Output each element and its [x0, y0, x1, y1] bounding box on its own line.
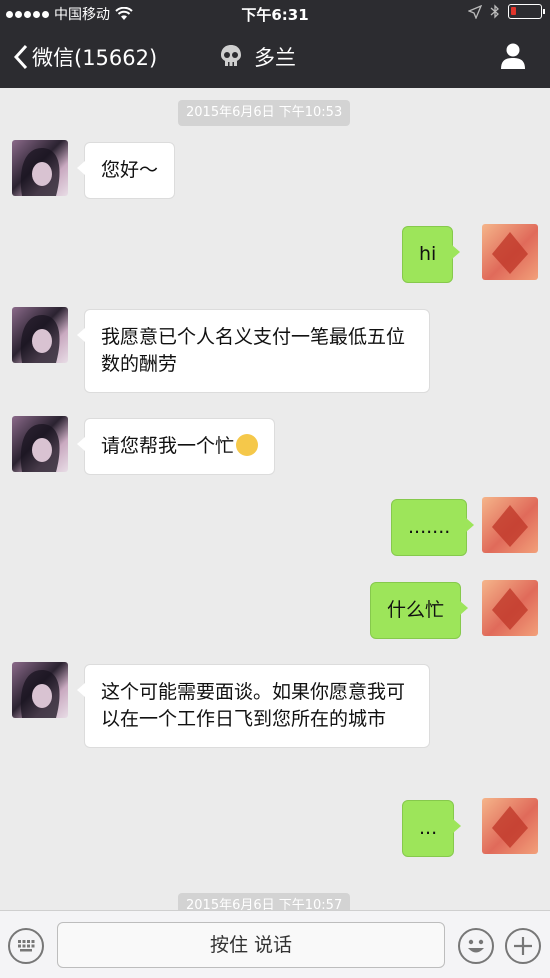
message-bubble-outgoing[interactable]: ...: [402, 800, 462, 857]
header: 中国移动 下午6:31 微信(15662) 多兰: [0, 0, 550, 88]
chat-area[interactable]: 2015年6月6日 下午10:53 您好～ hi 我愿意已个人名义支付一笔最低五…: [0, 88, 550, 910]
plus-icon: [514, 937, 532, 955]
more-button[interactable]: [505, 928, 541, 964]
contact-avatar[interactable]: [12, 307, 68, 363]
my-avatar[interactable]: [482, 497, 538, 553]
my-avatar[interactable]: [482, 580, 538, 636]
input-bar: 按住 说话: [0, 910, 550, 978]
wink-emoji-icon: [236, 434, 259, 456]
avatar-image: [20, 148, 60, 196]
avatar-image: [20, 315, 60, 363]
status-bar: 中国移动 下午6:31: [0, 0, 550, 28]
message-bubble-incoming[interactable]: 这个可能需要面谈。如果你愿意我可以在一个工作日飞到您所在的城市: [77, 664, 430, 748]
contact-avatar[interactable]: [12, 416, 68, 472]
my-avatar[interactable]: [482, 224, 538, 280]
hold-to-talk-button[interactable]: 按住 说话: [57, 922, 445, 968]
message-bubble-outgoing[interactable]: hi: [402, 226, 461, 283]
my-avatar[interactable]: [482, 798, 538, 854]
keyboard-icon: [18, 940, 35, 952]
message-bubble-outgoing[interactable]: 什么忙: [370, 582, 469, 639]
battery-icon: [508, 4, 545, 19]
message-bubble-incoming[interactable]: 我愿意已个人名义支付一笔最低五位数的酬劳: [77, 309, 430, 393]
message-text: 请您帮我一个忙: [101, 435, 235, 457]
status-right: [468, 4, 545, 19]
emoji-button[interactable]: [458, 928, 494, 964]
avatar-image: [492, 806, 528, 848]
message-bubble-incoming[interactable]: 请您帮我一个忙: [76, 418, 276, 475]
message-bubble-outgoing[interactable]: .......: [391, 499, 475, 556]
message-bubble-incoming[interactable]: 您好～: [76, 142, 176, 199]
avatar-image: [492, 232, 528, 274]
timestamp: 2015年6月6日 下午10:53: [178, 100, 351, 126]
nav-bar: 微信(15662) 多兰: [0, 28, 550, 88]
timestamp: 2015年6月6日 下午10:57: [178, 893, 351, 910]
avatar-image: [492, 588, 528, 630]
contact-avatar[interactable]: [12, 662, 68, 718]
avatar-image: [20, 670, 60, 718]
avatar-image: [20, 424, 60, 472]
chat-title: 多兰: [254, 46, 296, 70]
avatar-image: [492, 505, 528, 547]
contact-avatar[interactable]: [12, 140, 68, 196]
emoji-icon: [468, 939, 484, 953]
bluetooth-icon: [490, 4, 499, 19]
location-arrow-icon: [468, 4, 482, 19]
person-icon[interactable]: [500, 42, 526, 70]
keyboard-button[interactable]: [8, 928, 44, 964]
